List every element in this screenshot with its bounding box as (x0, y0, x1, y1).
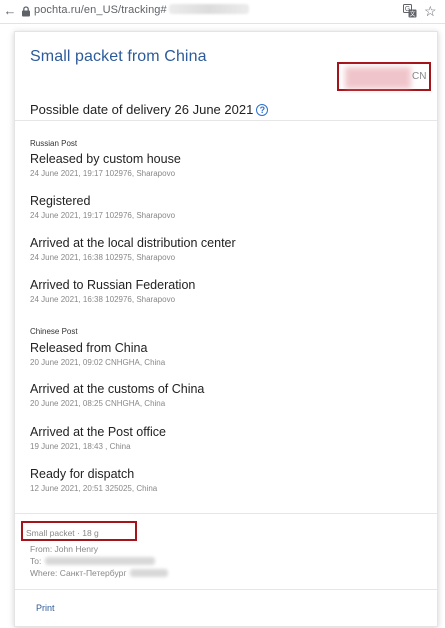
event-title: Registered (30, 194, 91, 208)
event-title: Released from China (30, 341, 148, 355)
event-title: Ready for dispatch (30, 467, 135, 481)
redacted-tracking-number (345, 67, 411, 89)
tracking-event: Released from China 20 June 2021, 09:02 … (30, 341, 165, 367)
event-title: Released by custom house (30, 152, 181, 166)
event-title: Arrived at the customs of China (30, 382, 205, 396)
tracking-event: Arrived at the Post office 19 June 2021,… (30, 425, 166, 451)
event-meta: 19 June 2021, 18:43 , China (30, 442, 131, 451)
address-url-text[interactable]: pochta.ru/en_US/tracking# (34, 4, 167, 16)
tracking-event: Arrived to Russian Federation 24 June 20… (30, 278, 195, 304)
event-meta: 24 June 2021, 19:17 102976, Sharapovo (30, 169, 176, 178)
tracking-event: Arrived at the local distribution center… (30, 236, 236, 262)
destination-line: Where: Санкт-Петербург (30, 568, 169, 578)
address-url[interactable]: pochta.ru/en_US/tracking# (34, 4, 249, 16)
help-icon[interactable]: ? (256, 104, 269, 116)
redacted-address (130, 569, 169, 577)
tracking-event: Arrived at the customs of China 20 June … (30, 382, 204, 408)
delivery-estimate-label: Possible date of delivery 26 June 2021 (30, 102, 254, 117)
translate-icon[interactable]: G 文 (403, 4, 417, 18)
browser-address-bar: ← pochta.ru/en_US/tracking# G 文 ☆ (0, 0, 445, 24)
tracking-event: Ready for dispatch 12 June 2021, 20:51 3… (30, 467, 157, 493)
event-title: Arrived at the local distribution center (30, 236, 236, 250)
recipient-label: To: (30, 556, 42, 566)
redacted-recipient (45, 557, 156, 565)
divider (15, 120, 437, 121)
event-meta: 12 June 2021, 20:51 325025, China (30, 484, 158, 493)
carrier-label: Russian Post (30, 139, 78, 148)
delivery-estimate: Possible date of delivery 26 June 2021? (30, 102, 269, 117)
destination-label: Where: Санкт-Петербург (30, 568, 127, 578)
event-meta: 24 June 2021, 16:38 102976, Sharapovo (30, 295, 176, 304)
divider (15, 589, 437, 590)
event-title: Arrived to Russian Federation (30, 278, 196, 292)
tracking-card: Small packet from China CN Possible date… (14, 31, 438, 627)
tracking-number-suffix: CN (412, 71, 427, 82)
star-icon[interactable]: ☆ (424, 3, 437, 19)
event-meta: 20 June 2021, 09:02 CNHGHA, China (30, 358, 166, 367)
event-meta: 24 June 2021, 16:38 102975, Sharapovo (30, 253, 176, 262)
parcel-type-weight: Small packet · 18 g (26, 528, 99, 538)
tracking-event: Released by custom house 24 June 2021, 1… (30, 152, 181, 178)
recipient-line: To: (30, 556, 156, 566)
lock-icon[interactable] (21, 6, 31, 17)
divider (15, 513, 437, 514)
event-meta: 24 June 2021, 19:17 102976, Sharapovo (30, 211, 176, 220)
tracking-event: Registered 24 June 2021, 19:17 102976, S… (30, 194, 175, 220)
tracking-number-highlight: CN (337, 62, 431, 91)
svg-text:文: 文 (409, 10, 415, 18)
page-title: Small packet from China (30, 48, 207, 65)
carrier-label: Chinese Post (30, 327, 78, 336)
event-title: Arrived at the Post office (30, 425, 166, 439)
print-link[interactable]: Print (36, 603, 55, 613)
sender-line: From: John Henry (30, 544, 99, 554)
redacted-tracking-number (168, 4, 249, 14)
back-arrow-icon[interactable]: ← (2, 3, 18, 19)
event-meta: 20 June 2021, 08:25 CNHGHA, China (30, 399, 166, 408)
